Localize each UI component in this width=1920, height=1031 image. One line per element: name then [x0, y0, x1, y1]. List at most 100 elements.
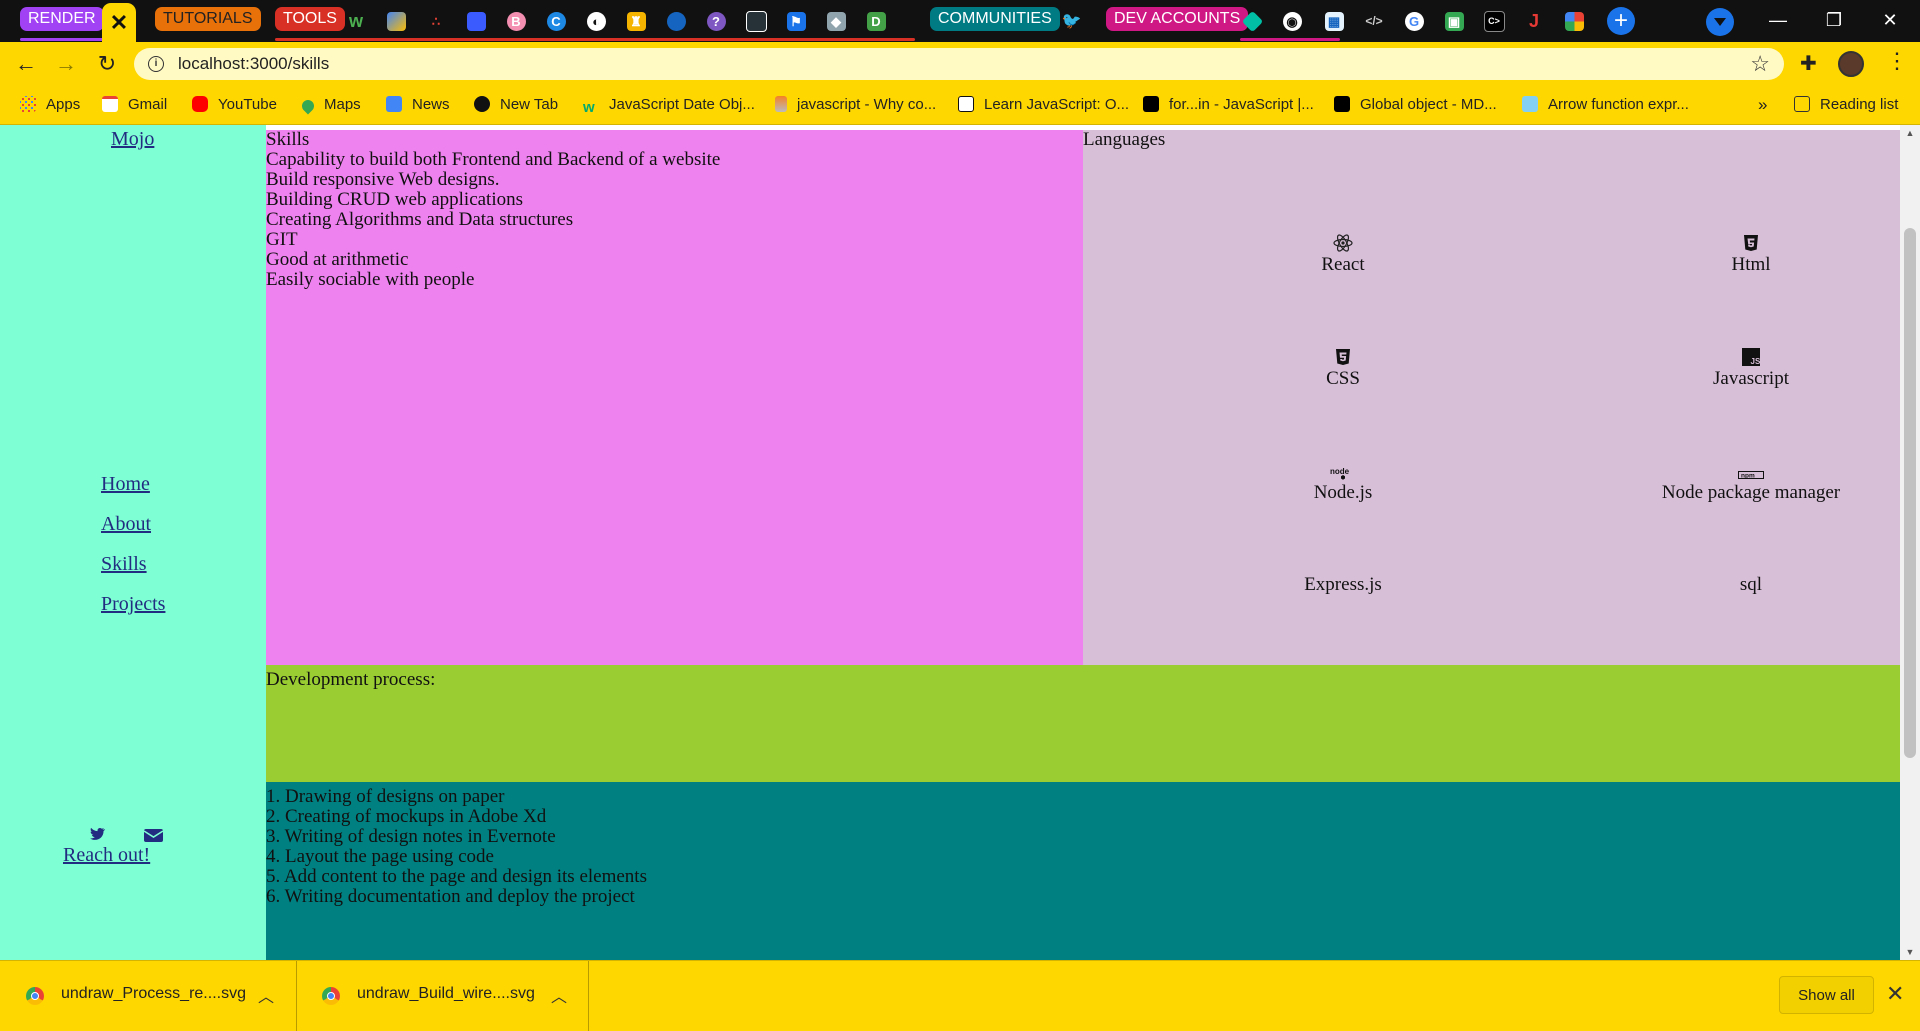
tab-globe-icon[interactable]: ◐: [580, 6, 612, 36]
bookmark-youtube[interactable]: YouTube: [192, 94, 277, 116]
bookmark-stackoverflow[interactable]: javascript - Why co...: [775, 94, 936, 116]
bookmark-apps[interactable]: Apps: [20, 94, 80, 116]
bookmark-maps[interactable]: Maps: [299, 94, 361, 116]
envelope-icon[interactable]: [143, 829, 164, 842]
skill-item: Capability to build both Frontend and Ba…: [266, 149, 721, 170]
tab-group-tutorials[interactable]: TUTORIALS: [155, 7, 261, 31]
tab-dots-icon[interactable]: ∴: [420, 6, 452, 36]
twitter-icon[interactable]: [90, 827, 105, 840]
page-scrollbar[interactable]: ▲ ▼: [1900, 125, 1920, 960]
bookmark-gmail[interactable]: Gmail: [102, 94, 167, 116]
tab-blue-square-icon[interactable]: [460, 6, 492, 36]
bookmark-mdn-for-in[interactable]: for...in - JavaScript |...: [1143, 94, 1314, 116]
svg-text:npm: npm: [1741, 473, 1755, 480]
language-sql: sql: [1601, 574, 1901, 596]
news-icon: [386, 96, 402, 112]
back-arrow-icon[interactable]: ←: [12, 50, 40, 78]
tab-code-icon[interactable]: </>: [1358, 6, 1390, 36]
close-downloads-icon[interactable]: ✕: [1886, 981, 1904, 1007]
extensions-puzzle-icon[interactable]: ✚: [1800, 51, 1817, 76]
scroll-down-icon[interactable]: ▼: [1900, 947, 1920, 957]
tab-terminal-icon[interactable]: C>: [1478, 6, 1510, 36]
avatar[interactable]: [1838, 51, 1864, 77]
close-tab-icon[interactable]: ✕: [102, 10, 136, 36]
forward-arrow-icon[interactable]: →: [52, 50, 80, 78]
scroll-up-icon[interactable]: ▲: [1900, 128, 1920, 138]
active-tab[interactable]: ✕: [102, 3, 136, 42]
tab-group-underline: [20, 38, 112, 41]
bookmark-new-tab[interactable]: New Tab: [474, 94, 558, 116]
scrollbar-thumb[interactable]: [1904, 228, 1916, 758]
download-item[interactable]: undraw_Process_re....svg ︿: [0, 961, 297, 1031]
language-npm: npm Node package manager: [1601, 458, 1901, 504]
mdn-blue-icon: [1522, 96, 1538, 112]
tab-pinwheel-icon[interactable]: [1558, 6, 1590, 36]
bookmark-star-icon[interactable]: ☆: [1750, 51, 1770, 77]
development-steps-panel: 1. Drawing of designs on paper 2. Creati…: [266, 782, 1900, 960]
tab-j-icon[interactable]: J: [1518, 6, 1550, 36]
codecademy-icon: [958, 96, 974, 112]
bookmark-mdn-arrow[interactable]: Arrow function expr...: [1522, 94, 1689, 116]
minimize-button[interactable]: —: [1758, 4, 1798, 36]
skill-item: Creating Algorithms and Data structures: [266, 209, 574, 230]
address-url[interactable]: localhost:3000/skills: [178, 54, 329, 74]
bookmark-w3schools[interactable]: w JavaScript Date Obj...: [583, 94, 755, 116]
tab-group-dev-accounts[interactable]: DEV ACCOUNTS: [1106, 7, 1249, 31]
tab-group-tools[interactable]: TOOLS: [275, 7, 345, 31]
tab-group-render[interactable]: RENDER: [20, 7, 104, 31]
browser-menu-icon[interactable]: ⋮: [1886, 48, 1908, 74]
tab-violet-icon[interactable]: ?: [700, 6, 732, 36]
bookmark-label: News: [412, 96, 450, 113]
tab-w-icon[interactable]: w: [340, 6, 372, 36]
bookmark-codecademy[interactable]: Learn JavaScript: O...: [958, 94, 1129, 116]
nav-link-projects[interactable]: Projects: [101, 593, 165, 616]
tab-c-icon[interactable]: C: [540, 6, 572, 36]
reach-out-link[interactable]: Reach out!: [63, 844, 150, 867]
bookmark-news[interactable]: News: [386, 94, 450, 116]
brand-link[interactable]: Mojo: [111, 128, 154, 151]
tab-search-button[interactable]: [1706, 8, 1734, 36]
tab-green-icon[interactable]: D: [860, 6, 892, 36]
tab-twitter-icon[interactable]: 🐦: [1055, 6, 1087, 36]
reading-list-button[interactable]: Reading list: [1794, 94, 1898, 116]
tab-google-icon[interactable]: G: [1398, 6, 1430, 36]
tab-dark-square-icon[interactable]: [740, 6, 772, 36]
download-item[interactable]: undraw_Build_wire....svg ︿: [296, 961, 589, 1031]
tab-circle-icon[interactable]: [660, 6, 692, 36]
tab-b-icon[interactable]: B: [500, 6, 532, 36]
bookmark-label: Global object - MD...: [1360, 96, 1497, 113]
tab-group-communities[interactable]: COMMUNITIES: [930, 7, 1060, 31]
development-process-panel: Development process:: [266, 665, 1900, 782]
language-label: sql: [1739, 574, 1763, 595]
tab-shield-icon[interactable]: ♜: [620, 6, 652, 36]
nav-link-skills[interactable]: Skills: [101, 553, 147, 576]
skill-item: Build responsive Web designs.: [266, 169, 500, 190]
tab-github-icon[interactable]: ◉: [1276, 6, 1308, 36]
address-bar[interactable]: i localhost:3000/skills ☆: [134, 48, 1784, 80]
tab-layers-icon[interactable]: ◆: [820, 6, 852, 36]
tab-app-icon[interactable]: [380, 6, 412, 36]
tab-diamond-icon[interactable]: [1236, 6, 1268, 36]
reload-icon[interactable]: ↻: [93, 50, 121, 78]
bookmarks-overflow-button[interactable]: »: [1758, 94, 1767, 116]
reading-list-icon: [1794, 96, 1810, 112]
bookmark-label: Gmail: [128, 96, 168, 113]
close-window-button[interactable]: ✕: [1870, 4, 1910, 36]
bookmark-label: YouTube: [218, 96, 277, 113]
show-all-button[interactable]: Show all: [1779, 976, 1874, 1014]
chevron-up-icon[interactable]: ︿: [258, 983, 274, 1007]
nav-link-home[interactable]: Home: [101, 473, 150, 496]
tab-green-square-icon[interactable]: ▣: [1438, 6, 1470, 36]
svg-text:JS: JS: [1751, 357, 1761, 366]
site-info-icon[interactable]: i: [148, 56, 164, 72]
nav-link-about[interactable]: About: [101, 513, 151, 536]
tab-flag-icon[interactable]: ⚑: [780, 6, 812, 36]
mdn-icon: [1143, 96, 1159, 112]
tab-doc-icon[interactable]: ▦: [1318, 6, 1350, 36]
chevron-up-icon[interactable]: ︿: [551, 983, 567, 1007]
new-tab-button[interactable]: +: [1607, 7, 1635, 35]
html5-icon: [1601, 230, 1901, 252]
skills-heading: Skills: [266, 129, 310, 150]
bookmark-mdn-global[interactable]: Global object - MD...: [1334, 94, 1497, 116]
restore-button[interactable]: ❐: [1814, 4, 1854, 36]
